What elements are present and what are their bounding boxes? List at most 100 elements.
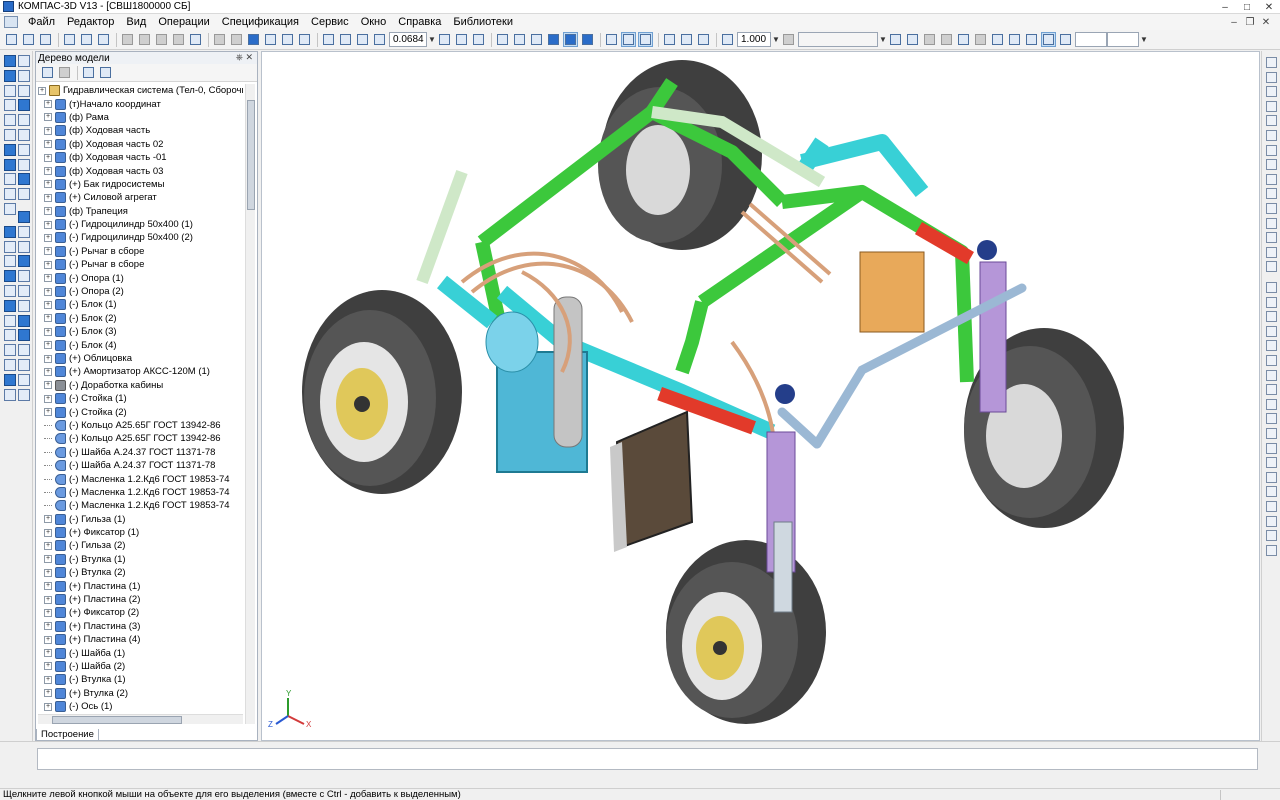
rebuild-icon[interactable] [679,32,694,47]
geometry-icon[interactable] [888,32,903,47]
tab-build[interactable]: Построение [36,729,99,741]
right-tool-icon[interactable] [1266,232,1277,244]
tree-item[interactable]: + (-) Шайба (2) [38,660,243,673]
compact-tool-icon[interactable] [18,240,30,253]
compact-tool-icon[interactable] [18,285,30,297]
expand-toggle-icon[interactable]: + [44,608,52,617]
expand-toggle-icon[interactable]: + [44,100,52,109]
rotate-icon[interactable] [454,32,469,47]
tree-item[interactable]: + (-) Стойка (1) [38,392,243,405]
compact-tool-icon[interactable] [18,99,30,112]
style-select[interactable] [798,32,878,47]
coord-y-input[interactable] [1107,32,1139,47]
compact-tool-icon[interactable] [4,285,16,297]
tree-item[interactable]: + (-) Стойка (2) [38,405,243,418]
compact-tool-icon[interactable] [4,188,16,201]
compact-tool-icon[interactable] [4,225,16,238]
measure-icon[interactable] [905,32,920,47]
expand-toggle-icon[interactable]: + [44,635,52,644]
compact-tool-icon[interactable] [18,188,30,201]
tree-item[interactable]: (-) Кольцо А25.65Г ГОСТ 13942-86 [38,432,243,445]
constraint-icon[interactable] [1041,32,1056,47]
right-tool-icon[interactable] [1266,296,1277,308]
tree-item[interactable]: + (-) Втулка (1) [38,673,243,686]
redo-icon[interactable] [229,32,244,47]
expand-toggle-icon[interactable]: + [44,675,52,684]
expand-toggle-icon[interactable]: + [44,702,52,711]
compact-tool-icon[interactable] [4,373,16,386]
help-pointer-icon[interactable] [297,32,312,47]
right-tool-icon[interactable] [1266,340,1277,352]
expand-toggle-icon[interactable]: + [44,341,52,350]
tree-order-icon[interactable] [40,65,55,80]
doc-minimize-button[interactable]: – [1226,14,1242,30]
right-tool-icon[interactable] [1266,188,1277,200]
coord-dropdown-icon[interactable]: ▼ [1139,32,1149,47]
filter-icon[interactable] [604,32,619,47]
compact-tool-icon[interactable] [18,173,30,186]
expand-toggle-icon[interactable]: + [44,515,52,524]
tree-item[interactable]: + (+) Втулка (2) [38,687,243,700]
expand-toggle-icon[interactable]: + [44,180,52,189]
pan-icon[interactable] [437,32,452,47]
new-document-icon[interactable] [4,32,19,47]
step-icon[interactable] [720,32,735,47]
compact-tool-icon[interactable] [4,158,16,171]
expand-toggle-icon[interactable]: + [44,595,52,604]
right-tool-icon[interactable] [1266,530,1277,542]
compact-tool-icon[interactable] [4,240,16,253]
grid-icon[interactable] [956,32,971,47]
menu-operations[interactable]: Операции [152,16,215,28]
hidden-lines-icon[interactable] [512,32,527,47]
tree-item[interactable]: + (-) Опора (2) [38,285,243,298]
right-tool-icon[interactable] [1266,130,1277,141]
tree-item[interactable]: + (-) Блок (3) [38,325,243,338]
right-tool-icon[interactable] [1266,442,1277,454]
manager-icon[interactable] [246,32,261,47]
tree-item[interactable]: + (ф) Ходовая часть -01 [38,151,243,164]
tree-item[interactable]: + (+) Фиксатор (1) [38,526,243,539]
menu-libraries[interactable]: Библиотеки [447,16,519,28]
expand-toggle-icon[interactable]: + [44,314,52,323]
tree-item[interactable]: + (+) Силовой агрегат [38,191,243,204]
zoom-out-icon[interactable] [355,32,370,47]
tree-item[interactable]: + (-) Втулка (1) [38,553,243,566]
expand-toggle-icon[interactable]: + [44,327,52,336]
shaded-edges-icon[interactable] [563,32,578,47]
format-painter-icon[interactable] [171,32,186,47]
tree-item[interactable]: (-) Кольцо А25.65Г ГОСТ 13942-86 [38,419,243,432]
copy-icon[interactable] [137,32,152,47]
cut-icon[interactable] [120,32,135,47]
axis-icon[interactable] [1007,32,1022,47]
ortho-icon[interactable] [973,32,988,47]
compact-tool-icon[interactable] [18,299,30,312]
compact-tool-icon[interactable] [18,314,30,327]
right-tool-icon[interactable] [1266,57,1277,68]
menu-editor[interactable]: Редактор [61,16,120,28]
compact-tool-icon[interactable] [4,173,16,186]
tree-item[interactable]: + (-) Втулка (2) [38,566,243,579]
right-tool-icon[interactable] [1266,413,1277,425]
tree-split-icon[interactable] [98,65,113,80]
model-viewport[interactable]: Y X Z [261,51,1260,741]
right-tool-icon[interactable] [1266,246,1277,258]
compact-tool-icon[interactable] [18,84,30,97]
expand-toggle-icon[interactable]: + [44,354,52,363]
tree-item[interactable]: + (-) Шайба (1) [38,646,243,659]
zoom-scale-icon[interactable] [372,32,387,47]
compact-tool-icon[interactable] [4,55,16,67]
library-icon[interactable] [263,32,278,47]
tree-item[interactable]: + (-) Рычаг в сборе [38,258,243,271]
pin-icon[interactable]: ⎈ [236,52,243,63]
expand-toggle-icon[interactable]: + [44,528,52,537]
expand-toggle-icon[interactable]: + [44,140,52,149]
right-tool-icon[interactable] [1266,100,1277,112]
expand-toggle-icon[interactable]: + [38,86,46,95]
layers-icon[interactable] [696,32,711,47]
right-tool-icon[interactable] [1266,311,1277,323]
expand-toggle-icon[interactable]: + [44,220,52,229]
expand-toggle-icon[interactable]: + [44,689,52,698]
tree-item[interactable]: + (-) Блок (1) [38,298,243,311]
tree-item[interactable]: + (-) Рычаг в сборе [38,245,243,258]
expand-toggle-icon[interactable]: + [44,622,52,631]
